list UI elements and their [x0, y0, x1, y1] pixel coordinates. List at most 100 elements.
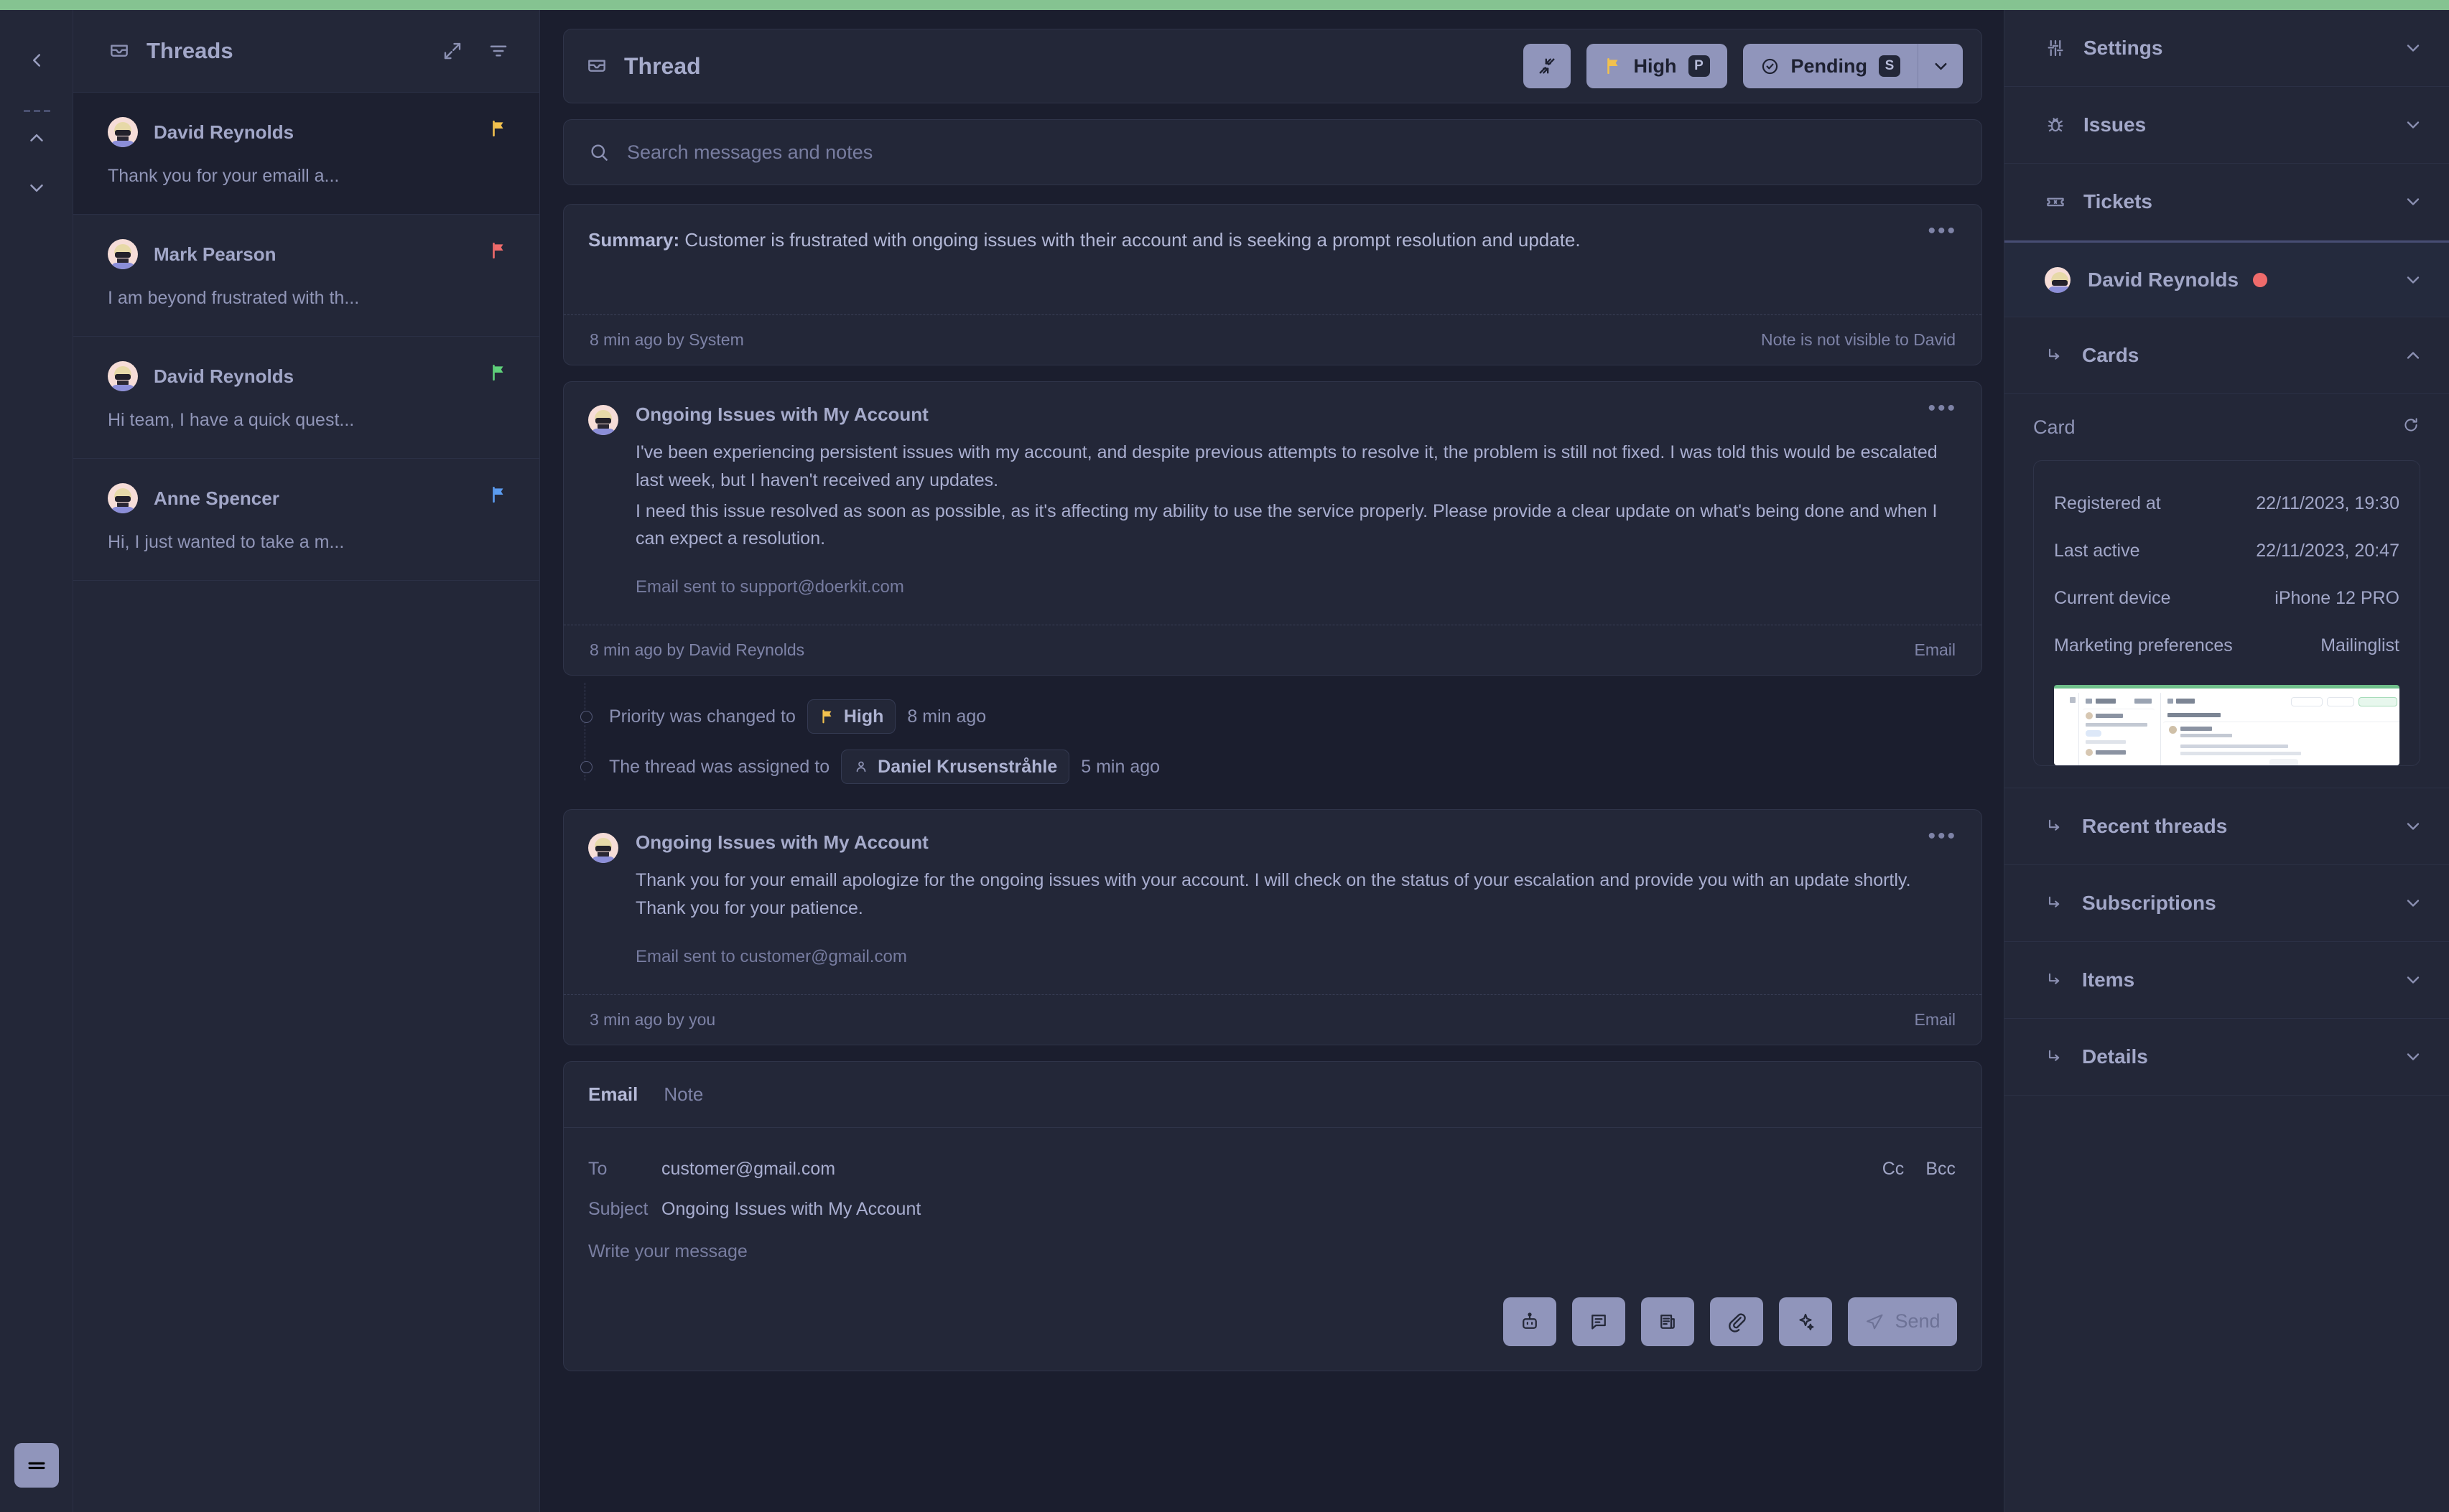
- attachment-button[interactable]: [1710, 1297, 1763, 1346]
- sidebar-label: Cards: [2082, 344, 2139, 366]
- subject-label: Subject: [588, 1199, 649, 1219]
- thread-list-item[interactable]: David Reynolds Thank you for your emaill …: [73, 93, 539, 215]
- chevron-down-icon[interactable]: [2403, 816, 2423, 836]
- tab-note[interactable]: Note: [664, 1083, 703, 1106]
- sidebar-label: Items: [2082, 969, 2135, 991]
- tab-email[interactable]: Email: [588, 1083, 638, 1106]
- chevron-up-icon[interactable]: [2403, 345, 2423, 365]
- priority-button[interactable]: High P: [1586, 44, 1727, 88]
- chevron-down-icon[interactable]: [2403, 270, 2423, 290]
- previous-thread-button[interactable]: [0, 116, 73, 159]
- expand-icon[interactable]: [442, 40, 463, 62]
- note-visibility: Note is not visible to David: [1760, 330, 1956, 349]
- contact-name: David Reynolds: [2088, 268, 2239, 291]
- to-input[interactable]: [661, 1159, 1882, 1180]
- knowledge-article-button[interactable]: [1641, 1297, 1694, 1346]
- ticket-icon: [2045, 191, 2066, 213]
- timeline-event: Priority was changed to High 8 min ago: [580, 691, 1982, 742]
- send-label: Send: [1895, 1310, 1941, 1332]
- send-button[interactable]: Send: [1848, 1297, 1957, 1346]
- subject-field-row: Subject: [588, 1190, 1956, 1230]
- chevron-down-icon[interactable]: [2403, 192, 2423, 212]
- flag-icon[interactable]: [489, 363, 508, 386]
- ai-improve-button[interactable]: [1779, 1297, 1832, 1346]
- message-more-icon[interactable]: •••: [1928, 826, 1957, 847]
- status-button[interactable]: Pending S: [1742, 44, 1918, 88]
- menu-button[interactable]: [14, 1443, 59, 1488]
- timeline-label: Priority was changed to: [609, 706, 796, 727]
- message-more-icon[interactable]: •••: [1928, 398, 1957, 419]
- arrow-branch-icon: [2045, 1047, 2065, 1067]
- flag-icon[interactable]: [489, 241, 508, 264]
- search-bar[interactable]: [563, 119, 1982, 185]
- sidebar-item-details[interactable]: Details: [2004, 1019, 2449, 1096]
- search-icon: [588, 141, 610, 163]
- message-body-input[interactable]: Write your message: [588, 1241, 1956, 1282]
- thread-list-item[interactable]: David Reynolds Hi team, I have a quick qu…: [73, 337, 539, 459]
- chevron-down-icon: [1935, 62, 1946, 70]
- chevron-down-icon[interactable]: [2403, 970, 2423, 990]
- thread-name: Mark Pearson: [154, 243, 276, 265]
- note-more-icon[interactable]: •••: [1928, 220, 1957, 242]
- priority-shortcut: P: [1688, 55, 1710, 77]
- sidebar-label: Settings: [2083, 37, 2163, 59]
- sidebar-item-items[interactable]: Items: [2004, 942, 2449, 1019]
- collapse-thread-button[interactable]: [1523, 44, 1571, 88]
- screenshot-preview[interactable]: [2054, 685, 2399, 765]
- sidebar-label: Details: [2082, 1045, 2148, 1068]
- cc-button[interactable]: Cc: [1882, 1159, 1905, 1180]
- search-input[interactable]: [627, 141, 1957, 164]
- timeline-time: 8 min ago: [907, 706, 987, 727]
- next-thread-button[interactable]: [0, 167, 73, 210]
- sidebar-item-issues[interactable]: Issues: [2004, 87, 2449, 164]
- paperclip-icon: [1729, 1312, 1746, 1333]
- threads-header: Threads: [73, 10, 539, 93]
- sidebar-item-recent-threads[interactable]: Recent threads: [2004, 788, 2449, 865]
- arrow-branch-icon: [2045, 970, 2065, 990]
- card-value: 22/11/2023, 20:47: [2256, 540, 2399, 561]
- chevron-down-icon[interactable]: [2403, 115, 2423, 135]
- ai-assistant-button[interactable]: [1503, 1297, 1556, 1346]
- subject-input[interactable]: [661, 1199, 1956, 1220]
- message-subject: Ongoing Issues with My Account: [636, 831, 929, 853]
- sidebar-item-tickets[interactable]: Tickets: [2004, 164, 2449, 241]
- message-subject: Ongoing Issues with My Account: [636, 403, 929, 425]
- thread-list-item[interactable]: Anne Spencer Hi, I just wanted to take a …: [73, 459, 539, 581]
- avatar: [108, 361, 138, 391]
- thread-list-item[interactable]: Mark Pearson I am beyond frustrated with …: [73, 215, 539, 337]
- message-footer: 3 min ago by you Email: [564, 994, 1981, 1045]
- chevron-down-icon[interactable]: [2403, 893, 2423, 913]
- card-key: Registered at: [2054, 493, 2161, 513]
- message-channel: Email: [1914, 1009, 1956, 1029]
- filter-icon[interactable]: [488, 40, 509, 62]
- refresh-icon[interactable]: [2402, 416, 2420, 439]
- sidebar-item-contact[interactable]: David Reynolds: [2004, 241, 2449, 317]
- message-sent-to: Email sent to customer@gmail.com: [636, 946, 907, 966]
- flag-icon[interactable]: [489, 118, 508, 142]
- timeline-chip-label: High: [843, 706, 884, 727]
- avatar: [108, 117, 138, 147]
- status-dropdown-button[interactable]: [1918, 44, 1963, 88]
- robot-icon: [1523, 1312, 1537, 1329]
- flag-icon: [1607, 57, 1617, 75]
- sidebar-label: Tickets: [2083, 190, 2152, 213]
- chevron-down-icon[interactable]: [2403, 1047, 2423, 1067]
- collapse-sidebar-button[interactable]: [0, 39, 73, 82]
- top-accent-bar: [0, 0, 2449, 10]
- flag-icon[interactable]: [489, 485, 508, 508]
- timeline-chip[interactable]: High: [807, 699, 896, 734]
- timeline-chip[interactable]: Daniel Krusenstråhle: [841, 750, 1070, 784]
- canned-reply-button[interactable]: [1572, 1297, 1625, 1346]
- card-value: 22/11/2023, 19:30: [2256, 493, 2399, 513]
- arrow-branch-icon: [2045, 893, 2065, 913]
- sidebar-item-subscriptions[interactable]: Subscriptions: [2004, 865, 2449, 942]
- chevron-down-icon[interactable]: [2403, 38, 2423, 58]
- thread-name: David Reynolds: [154, 365, 294, 387]
- message-footer: 8 min ago by David Reynolds Email: [564, 625, 1981, 675]
- composer-tabs: Email Note: [564, 1062, 1981, 1128]
- paper-plane-icon: [1867, 1314, 1884, 1329]
- sidebar-item-settings[interactable]: Settings: [2004, 10, 2449, 87]
- sidebar-item-cards[interactable]: Cards: [2004, 317, 2449, 394]
- chevron-up-icon: [30, 134, 43, 141]
- bcc-button[interactable]: Bcc: [1925, 1159, 1956, 1180]
